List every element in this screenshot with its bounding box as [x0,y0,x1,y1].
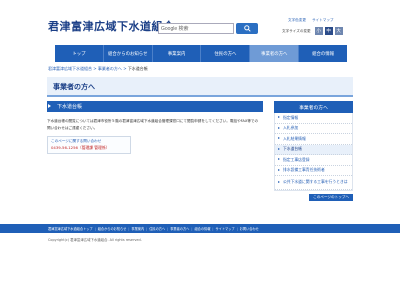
section-title: 下水道台帳 [57,104,83,110]
breadcrumb-businesses[interactable]: 事業者の方へ [98,66,122,71]
footer-separator: | [167,226,169,231]
sidebar-item-designation[interactable]: 指定情報 [275,113,352,124]
breadcrumb-home[interactable]: 君津富津広域下水道組合 [48,66,92,71]
footer-link-top[interactable]: 君津富津広域下水道組合トップ [48,226,93,231]
search-input[interactable]: Google 検索 [158,23,234,34]
body-text: 下水道台帳の閲覧については君津市役所５階の君津富津広域下水道組合管理課窓口にて閲… [47,119,259,130]
page-title: 事業者の方へ [53,83,95,91]
footer-link-news[interactable]: 組合からのお知らせ [98,226,127,231]
sidebar-item-public-sewer-works[interactable]: 公共下水道に関する工事を行うときは [275,176,352,190]
color-change-link[interactable]: 文字色変更 [288,18,306,23]
site-header: 君津富津広域下水道組合 Google 検索 文字色変更 サイトマップ 文字サイズ… [0,0,400,44]
footer-link-businesses[interactable]: 事業者の方へ [170,226,189,231]
contact-phone: 0439-56-1256（管理課 管理係） [51,145,110,150]
section-header: 下水道台帳 [47,101,263,112]
sidebar-item-bidding[interactable]: 入札参加 [275,124,352,134]
nav-item-residents[interactable]: 住民の方へ [201,45,251,62]
footer-separator: | [146,226,148,231]
sitemap-link[interactable]: サイトマップ [312,18,334,23]
footer-link-about[interactable]: 組合の情報 [194,226,210,231]
nav-item-about[interactable]: 組合の情報 [299,45,347,62]
main-content: 下水道台帳 下水道台帳の閲覧については君津市役所５階の君津富津広域下水道組合管理… [47,101,263,154]
sidebar-list: 指定情報 入札参加 入札結果情報 下水道台帳 指定工事店登録 排水設備工事責任技… [274,113,353,191]
sidebar-more: このページのトップへ [274,194,353,201]
page-top-button[interactable]: このページのトップへ [309,194,353,201]
fontsize-large-button[interactable]: 大 [334,27,343,35]
contact-title: このページに関する問い合わせ [51,139,102,143]
footer-link-sitemap[interactable]: サイトマップ [215,226,234,231]
nav-item-business[interactable]: 事業案内 [153,45,202,62]
sidebar: 事業者の方へ 指定情報 入札参加 入札結果情報 下水道台帳 指定工事店登録 排水… [274,101,353,201]
footer-link-business[interactable]: 事業案内 [131,226,144,231]
footer-separator: | [212,226,214,231]
fontsize-medium-button[interactable]: 中 [324,27,333,35]
nav-item-businesses[interactable]: 事業者の方へ [250,45,300,62]
fontsize-small-button[interactable]: 小 [314,27,323,35]
site-title[interactable]: 君津富津広域下水道組合 [48,18,175,34]
breadcrumb: 君津富津広域下水道組合 > 事業者の方へ > 下水道台帳 [48,66,148,72]
footer-separator: | [128,226,130,231]
sidebar-item-bid-results[interactable]: 入札結果情報 [275,134,352,145]
footer-link-residents[interactable]: 住民の方へ [149,226,165,231]
nav-item-top[interactable]: トップ [55,45,104,62]
footer-link-contact[interactable]: お問い合わせ [240,226,259,231]
sidebar-heading: 事業者の方へ [274,101,353,113]
breadcrumb-current: 下水道台帳 [127,66,148,71]
footer-links: 君津富津広域下水道組合トップ | 組合からのお知らせ | 事業案内 | 住民の方… [0,224,400,233]
sidebar-item-drainage-engineer[interactable]: 排水設備工事責任技術者 [275,166,352,176]
footer-separator: | [191,226,193,231]
page-heading-bar: 事業者の方へ [47,77,353,97]
sidebar-item-sewer-ledger[interactable]: 下水道台帳 [275,144,352,155]
search-icon [243,25,251,32]
top-links: 文字色変更 サイトマップ [288,18,334,23]
global-nav: トップ 組合からのお知らせ 事業案内 住民の方へ 事業者の方へ 組合の情報 [55,45,347,62]
fontsize-controls: 文字サイズの変更 小 中 大 [282,27,343,35]
sidebar-item-contractor-registration[interactable]: 指定工事店登録 [275,155,352,166]
search-placeholder: Google 検索 [161,26,189,32]
search-button[interactable] [236,23,258,34]
footer-separator: | [94,226,96,231]
nav-item-news[interactable]: 組合からのお知らせ [104,45,153,62]
contact-box: このページに関する問い合わせ 0439-56-1256（管理課 管理係） [47,136,131,154]
copyright: Copyright(c) 君津富津広域下水道組合. All rights res… [48,238,142,242]
footer-separator: | [236,226,238,231]
fontsize-label: 文字サイズの変更 [282,28,311,33]
